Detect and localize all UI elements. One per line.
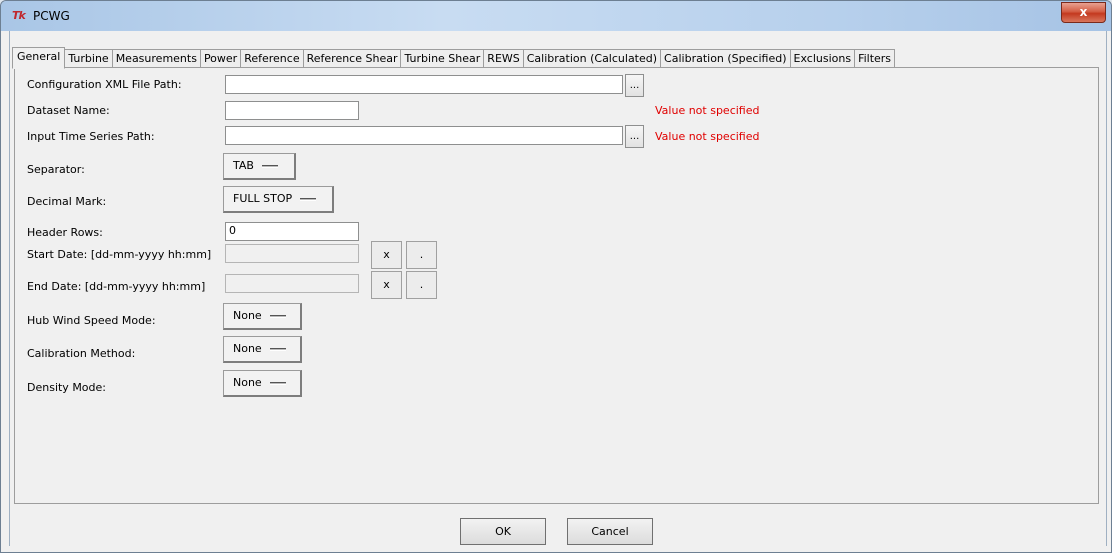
input-ts-error: Value not specified xyxy=(655,130,760,143)
tab-filters[interactable]: Filters xyxy=(855,49,896,69)
hub-wind-speed-value: None xyxy=(233,309,262,322)
separator-label: Separator: xyxy=(27,163,85,176)
start-date-clear-button[interactable]: x xyxy=(371,241,402,269)
calibration-method-value: None xyxy=(233,342,262,355)
tab-turbine[interactable]: Turbine xyxy=(65,49,113,69)
config-xml-label: Configuration XML File Path: xyxy=(27,78,182,91)
start-date-pick-button[interactable]: . xyxy=(406,241,437,269)
menu-indicator-icon xyxy=(269,347,286,351)
header-rows-label: Header Rows: xyxy=(27,226,103,239)
calibration-method-label: Calibration Method: xyxy=(27,347,136,360)
tab-reference-shear[interactable]: Reference Shear xyxy=(303,49,402,69)
hub-wind-speed-label: Hub Wind Speed Mode: xyxy=(27,314,156,327)
input-ts-field[interactable] xyxy=(225,126,623,145)
tab-calibration-calculated[interactable]: Calibration (Calculated) xyxy=(523,49,662,69)
end-date-pick-button[interactable]: . xyxy=(406,271,437,299)
density-mode-label: Density Mode: xyxy=(27,381,106,394)
config-xml-browse-button[interactable]: ... xyxy=(625,74,644,97)
menu-indicator-icon xyxy=(300,197,317,201)
tab-general[interactable]: General xyxy=(12,47,66,69)
tab-rews[interactable]: REWS xyxy=(484,49,524,69)
start-date-label: Start Date: [dd-mm-yyyy hh:mm] xyxy=(27,248,212,261)
hub-wind-speed-dropdown[interactable]: None xyxy=(223,303,302,330)
dataset-name-label: Dataset Name: xyxy=(27,104,110,117)
header-rows-field[interactable]: 0 xyxy=(225,222,359,241)
end-date-field[interactable] xyxy=(225,274,359,293)
separator-dropdown[interactable]: TAB xyxy=(223,153,296,180)
tab-power[interactable]: Power xyxy=(200,49,242,69)
decimal-mark-label: Decimal Mark: xyxy=(27,195,107,208)
menu-indicator-icon xyxy=(269,381,286,385)
close-button[interactable]: x xyxy=(1061,2,1106,23)
input-ts-label: Input Time Series Path: xyxy=(27,130,155,143)
tk-logo-icon: Tk xyxy=(12,9,26,22)
end-date-clear-button[interactable]: x xyxy=(371,271,402,299)
decimal-mark-dropdown[interactable]: FULL STOP xyxy=(223,186,334,213)
window-title: PCWG xyxy=(33,9,70,23)
separator-value: TAB xyxy=(233,159,254,172)
decimal-mark-value: FULL STOP xyxy=(233,192,293,205)
menu-indicator-icon xyxy=(269,314,286,318)
tab-measurements[interactable]: Measurements xyxy=(112,49,201,69)
menu-indicator-icon xyxy=(261,164,278,168)
calibration-method-dropdown[interactable]: None xyxy=(223,336,302,363)
end-date-label: End Date: [dd-mm-yyyy hh:mm] xyxy=(27,280,206,293)
density-mode-dropdown[interactable]: None xyxy=(223,370,302,397)
dataset-name-field[interactable] xyxy=(225,101,359,120)
tab-exclusions[interactable]: Exclusions xyxy=(790,49,856,69)
config-xml-field[interactable] xyxy=(225,75,623,94)
dataset-name-error: Value not specified xyxy=(655,104,760,117)
cancel-button[interactable]: Cancel xyxy=(567,518,653,545)
density-mode-value: None xyxy=(233,376,262,389)
title-bar: Tk PCWG x xyxy=(1,1,1111,31)
tab-turbine-shear[interactable]: Turbine Shear xyxy=(401,49,485,69)
tab-calibration-specified[interactable]: Calibration (Specified) xyxy=(661,49,791,69)
tab-reference[interactable]: Reference xyxy=(241,49,304,69)
tab-bar: General Turbine Measurements Power Refer… xyxy=(12,47,896,69)
start-date-field[interactable] xyxy=(225,244,359,263)
ok-button[interactable]: OK xyxy=(460,518,546,545)
input-ts-browse-button[interactable]: ... xyxy=(625,125,644,148)
